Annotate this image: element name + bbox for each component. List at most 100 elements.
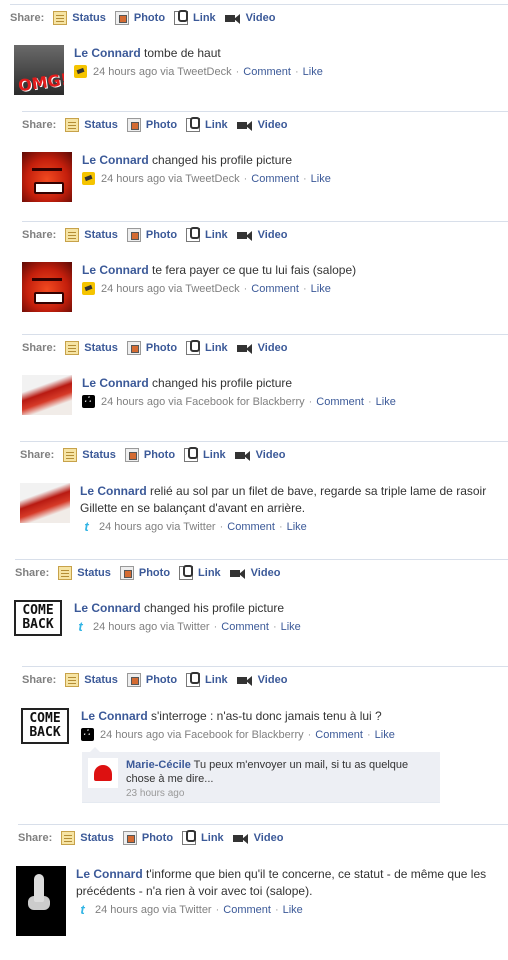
share-video-button[interactable]: Video	[224, 11, 275, 25]
share-link-button[interactable]: Link	[182, 830, 224, 845]
story-message: Le Connard changed his profile picture	[74, 600, 484, 617]
share-video-button[interactable]: Video	[236, 228, 288, 242]
photo-icon	[122, 831, 137, 845]
comment-link[interactable]: Comment	[227, 521, 275, 533]
story-time[interactable]: 24 hours ago	[95, 904, 159, 916]
like-link[interactable]: Like	[283, 904, 303, 916]
story-time[interactable]: 24 hours ago	[101, 283, 165, 295]
avatar[interactable]: COME BACK	[21, 708, 69, 744]
share-photo-button[interactable]: Photo	[126, 341, 177, 355]
share-video-label: Video	[257, 229, 288, 241]
avatar[interactable]: OMG!	[14, 45, 64, 95]
share-link-button[interactable]: Link	[179, 565, 221, 580]
share-label: Share:	[22, 229, 57, 241]
twitter-icon: t	[78, 619, 83, 634]
broken-heart-avatar[interactable]	[88, 758, 118, 788]
story-message: Le Connard changed his profile picture	[82, 375, 492, 392]
share-status-button[interactable]: Status	[53, 11, 106, 25]
video-icon	[224, 11, 241, 25]
share-status-button[interactable]: Status	[63, 448, 116, 462]
like-link[interactable]: Like	[303, 66, 323, 78]
actor-link[interactable]: Le Connard	[76, 867, 143, 881]
share-status-button[interactable]: Status	[61, 831, 114, 845]
actor-link[interactable]: Le Connard	[80, 484, 147, 498]
share-photo-button[interactable]: Photo	[119, 566, 170, 580]
share-video-button[interactable]: Video	[232, 831, 283, 845]
actor-link[interactable]: Le Connard	[74, 601, 141, 615]
share-photo-button[interactable]: Photo	[126, 228, 177, 242]
comment-link[interactable]: Comment	[251, 173, 299, 185]
comment-link[interactable]: Comment	[223, 904, 271, 916]
share-status-label: Status	[84, 229, 118, 241]
share-link-button[interactable]: Link	[186, 117, 228, 132]
share-photo-button[interactable]: Photo	[124, 448, 176, 462]
comment-link[interactable]: Comment	[251, 283, 299, 295]
share-status-label: Status	[77, 567, 111, 579]
comment-link[interactable]: Comment	[221, 621, 269, 633]
status-icon	[53, 11, 68, 25]
share-status-button[interactable]: Status	[58, 566, 111, 580]
share-status-label: Status	[72, 12, 106, 24]
share-video-button[interactable]: Video	[236, 673, 287, 687]
share-status-button[interactable]: Status	[65, 118, 118, 132]
story-meta: 24 hours ago via TweetDeck · Comment · Like	[82, 172, 482, 185]
story-time[interactable]: 24 hours ago	[101, 173, 165, 185]
actor-link[interactable]: Le Connard	[82, 153, 149, 167]
share-video-button[interactable]: Video	[234, 448, 285, 462]
actor-link[interactable]: Le Connard	[81, 709, 148, 723]
actor-link[interactable]: Le Connard	[74, 46, 141, 60]
avatar[interactable]: COME BACK	[14, 600, 62, 636]
story-message: Le Connard s'interroge : n'as-tu donc ja…	[81, 708, 491, 725]
share-link-button[interactable]: Link	[186, 340, 228, 355]
story-time[interactable]: 24 hours ago	[100, 729, 164, 741]
share-link-button[interactable]: Link	[186, 672, 228, 687]
share-photo-label: Photo	[143, 449, 176, 461]
video-icon	[229, 566, 246, 580]
story-meta: 24 hours ago via Facebook for Blackberry…	[82, 393, 492, 408]
share-status-button[interactable]: Status	[65, 341, 118, 355]
share-link-button[interactable]: Link	[186, 227, 228, 242]
share-photo-button[interactable]: Photo	[126, 673, 177, 687]
share-status-button[interactable]: Status	[65, 673, 118, 687]
like-link[interactable]: Like	[375, 729, 395, 741]
share-link-button[interactable]: Link	[174, 10, 216, 25]
story-message: Le Connard changed his profile picture	[82, 152, 482, 169]
comment-author[interactable]: Marie-Cécile	[126, 759, 191, 771]
share-video-button[interactable]: Video	[229, 566, 280, 580]
tweetdeck-icon	[82, 282, 95, 295]
story-time[interactable]: 24 hours ago	[101, 396, 165, 408]
avatar[interactable]	[22, 152, 72, 202]
share-video-button[interactable]: Video	[236, 341, 287, 355]
comment-link[interactable]: Comment	[315, 729, 363, 741]
status-icon	[65, 228, 80, 242]
share-link-button[interactable]: Link	[184, 447, 226, 462]
share-photo-button[interactable]: Photo	[126, 118, 178, 132]
story-time[interactable]: 24 hours ago	[93, 66, 157, 78]
share-photo-button[interactable]: Photo	[122, 831, 173, 845]
story-meta: 24 hours ago via Facebook for Blackberry…	[81, 726, 491, 741]
story-via: via Twitter	[166, 520, 216, 533]
avatar[interactable]	[16, 866, 66, 936]
story-message: Le Connard t'informe que bien qu'il te c…	[76, 866, 508, 900]
like-link[interactable]: Like	[287, 521, 307, 533]
actor-link[interactable]: Le Connard	[82, 263, 149, 277]
avatar[interactable]	[22, 262, 72, 312]
actor-link[interactable]: Le Connard	[82, 376, 149, 390]
comment-link[interactable]: Comment	[316, 396, 364, 408]
like-link[interactable]: Like	[376, 396, 396, 408]
share-photo-button[interactable]: Photo	[114, 11, 165, 25]
share-status-button[interactable]: Status	[65, 228, 118, 242]
share-video-button[interactable]: Video	[236, 118, 287, 132]
avatar[interactable]	[22, 375, 72, 415]
like-link[interactable]: Like	[311, 173, 331, 185]
story-time[interactable]: 24 hours ago	[99, 521, 163, 533]
like-link[interactable]: Like	[281, 621, 301, 633]
story-time[interactable]: 24 hours ago	[93, 621, 157, 633]
share-photo-label: Photo	[145, 119, 178, 131]
photo-icon	[124, 448, 139, 462]
comment-link[interactable]: Comment	[243, 66, 291, 78]
like-link[interactable]: Like	[311, 283, 331, 295]
share-bar: Share: Status Photo Link Video	[22, 334, 508, 361]
link-icon	[186, 227, 201, 242]
avatar[interactable]	[20, 483, 70, 523]
